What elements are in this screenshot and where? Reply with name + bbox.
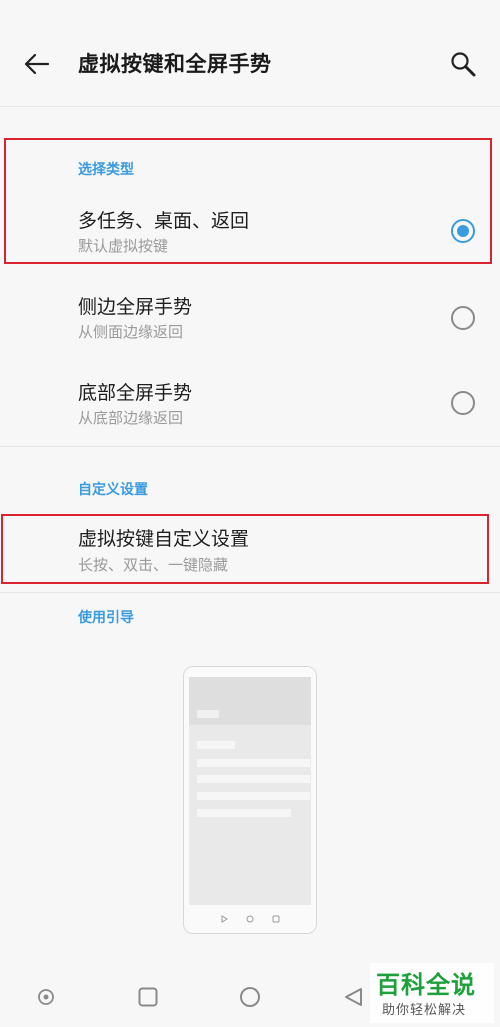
- section-header-guide: 使用引导: [78, 610, 134, 626]
- radio-default-buttons[interactable]: [451, 219, 475, 243]
- phone-nav-icons: [221, 915, 280, 923]
- option-row-default-buttons[interactable]: 多任务、桌面、返回 默认虚拟按键: [0, 190, 500, 262]
- phone-content-line: [197, 775, 310, 783]
- custom-settings-title: 虚拟按键自定义设置: [78, 528, 250, 550]
- watermark-main-text: 百科全说: [376, 971, 476, 999]
- phone-content-line: [197, 759, 310, 767]
- page-title: 虚拟按键和全屏手势: [78, 52, 272, 76]
- search-icon: [451, 52, 476, 77]
- phone-screen: [189, 677, 311, 905]
- option-subtitle: 从侧面边缘返回: [78, 323, 184, 341]
- phone-content-line: [197, 792, 310, 800]
- guide-phone-illustration: [183, 666, 317, 934]
- phone-content-line: [197, 809, 291, 817]
- app-bar: 虚拟按键和全屏手势: [0, 0, 500, 107]
- radio-side-gesture[interactable]: [451, 306, 475, 330]
- option-title: 底部全屏手势: [78, 382, 193, 404]
- radio-bottom-gesture[interactable]: [451, 391, 475, 415]
- circle-icon: [240, 987, 260, 1007]
- back-button[interactable]: [18, 45, 56, 83]
- phone-content-line: [197, 741, 235, 749]
- section-header-select-type: 选择类型: [78, 162, 134, 178]
- custom-settings-subtitle: 长按、双击、一键隐藏: [78, 556, 229, 574]
- watermark-logo: 百科全说 助你轻松解决: [370, 963, 494, 1023]
- triangle-back-icon: [345, 988, 362, 1006]
- nav-back-button[interactable]: [341, 984, 367, 1010]
- option-title: 多任务、桌面、返回: [78, 210, 250, 232]
- divider: [0, 592, 500, 593]
- search-button[interactable]: [444, 46, 482, 84]
- square-icon: [138, 987, 158, 1007]
- phone-screen-header: [189, 677, 311, 725]
- phone-header-line: [197, 710, 219, 718]
- custom-settings-item[interactable]: 虚拟按键自定义设置 长按、双击、一键隐藏: [0, 514, 500, 584]
- arrow-left-icon: [24, 53, 50, 75]
- nav-assist-button[interactable]: [33, 984, 59, 1010]
- nav-recents-button[interactable]: [135, 984, 161, 1010]
- option-row-side-gesture[interactable]: 侧边全屏手势 从侧面边缘返回: [0, 278, 500, 358]
- option-subtitle: 默认虚拟按键: [78, 237, 169, 255]
- watermark-sub-text: 助你轻松解决: [382, 1003, 467, 1018]
- section-header-custom: 自定义设置: [78, 482, 148, 498]
- option-subtitle: 从底部边缘返回: [78, 409, 184, 427]
- divider: [0, 446, 500, 447]
- dot-circle-icon: [38, 989, 54, 1005]
- nav-home-button[interactable]: [237, 984, 263, 1010]
- option-title: 侧边全屏手势: [78, 296, 193, 318]
- option-row-bottom-gesture[interactable]: 底部全屏手势 从底部边缘返回: [0, 364, 500, 444]
